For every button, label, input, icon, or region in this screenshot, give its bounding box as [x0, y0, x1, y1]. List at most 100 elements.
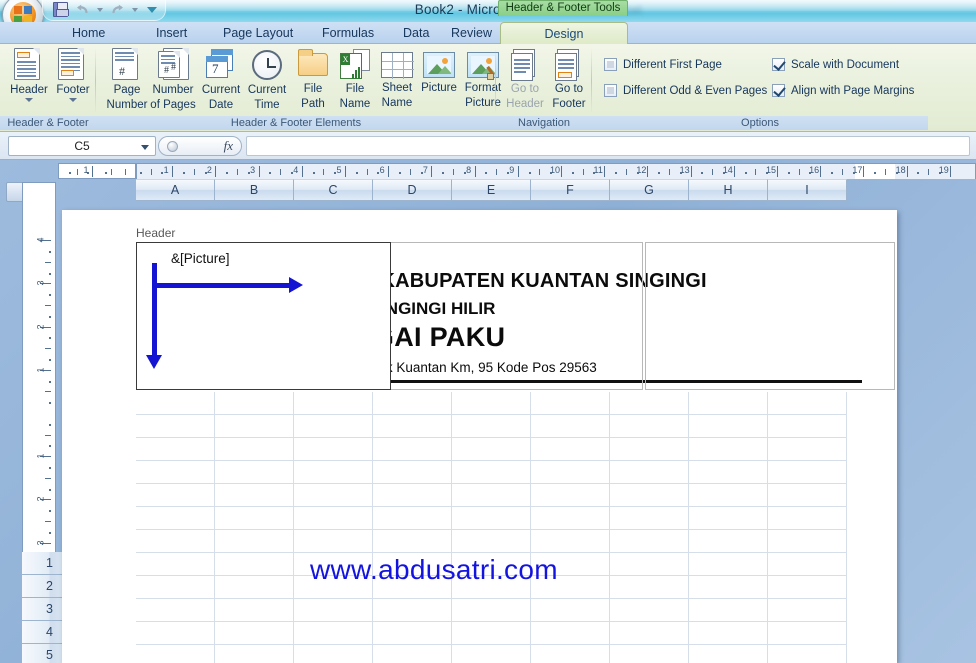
redo-icon[interactable] — [110, 2, 125, 17]
grid-cell[interactable] — [215, 645, 294, 663]
grid-cell[interactable] — [768, 392, 847, 415]
grid-cell[interactable] — [373, 461, 452, 484]
grid-cell[interactable] — [294, 507, 373, 530]
scale-with-document-checkbox[interactable]: Scale with Document — [772, 58, 899, 71]
grid-cell[interactable] — [452, 645, 531, 663]
grid-cell[interactable] — [610, 392, 689, 415]
grid-cell[interactable] — [215, 622, 294, 645]
grid-cell[interactable] — [610, 415, 689, 438]
footer-button[interactable]: Footer — [46, 48, 100, 102]
grid-cell[interactable] — [689, 461, 768, 484]
grid-cell[interactable] — [373, 392, 452, 415]
grid-cell[interactable] — [373, 507, 452, 530]
grid-cell[interactable] — [531, 392, 610, 415]
grid-cell[interactable] — [768, 553, 847, 576]
grid-cell[interactable] — [768, 530, 847, 553]
grid-cell[interactable] — [294, 530, 373, 553]
grid-cell[interactable] — [531, 415, 610, 438]
grid-cell[interactable] — [215, 507, 294, 530]
grid-cell[interactable] — [215, 553, 294, 576]
grid-cell[interactable] — [452, 484, 531, 507]
grid-cell[interactable] — [294, 438, 373, 461]
tab-formulas[interactable]: Formulas — [312, 22, 384, 44]
grid-cell[interactable] — [768, 599, 847, 622]
grid-cell[interactable] — [610, 599, 689, 622]
grid-cell[interactable] — [689, 576, 768, 599]
grid-cell[interactable] — [768, 415, 847, 438]
different-odd-even-pages-checkbox[interactable]: Different Odd & Even Pages — [604, 84, 767, 97]
horizontal-ruler-left-segment[interactable]: 1 — [58, 163, 136, 179]
grid-cell[interactable] — [689, 438, 768, 461]
grid-cell[interactable] — [373, 622, 452, 645]
grid-cell[interactable] — [689, 415, 768, 438]
undo-dropdown-icon[interactable] — [97, 7, 103, 12]
grid-cell[interactable] — [373, 484, 452, 507]
grid-cell[interactable] — [531, 622, 610, 645]
column-header-h[interactable]: H — [689, 179, 768, 201]
grid-cell[interactable] — [610, 461, 689, 484]
grid-cell[interactable] — [294, 622, 373, 645]
grid-cell[interactable] — [136, 438, 215, 461]
checkbox-icon[interactable] — [604, 84, 617, 97]
grid-cell[interactable] — [768, 576, 847, 599]
grid-cell[interactable] — [452, 507, 531, 530]
undo-icon[interactable] — [75, 2, 90, 17]
column-header-e[interactable]: E — [452, 179, 531, 201]
column-header-b[interactable]: B — [215, 179, 294, 201]
grid-cell[interactable] — [136, 507, 215, 530]
grid-cell[interactable] — [452, 622, 531, 645]
column-header-a[interactable]: A — [136, 179, 215, 201]
grid-cell[interactable] — [136, 530, 215, 553]
grid-cell[interactable] — [136, 415, 215, 438]
tab-design[interactable]: Design — [500, 22, 628, 45]
grid-cell[interactable] — [610, 645, 689, 663]
grid-cell[interactable] — [136, 392, 215, 415]
name-box[interactable]: C5 — [8, 136, 156, 156]
different-first-page-checkbox[interactable]: Different First Page — [604, 58, 722, 71]
grid-cell[interactable] — [136, 599, 215, 622]
grid-cell[interactable] — [610, 553, 689, 576]
grid-cell[interactable] — [136, 576, 215, 599]
grid-cell[interactable] — [768, 645, 847, 663]
header-dropdown-icon[interactable] — [25, 97, 33, 102]
grid-cell[interactable] — [452, 392, 531, 415]
tab-data[interactable]: Data — [393, 22, 439, 44]
customize-quick-access-toolbar-icon[interactable] — [147, 6, 157, 13]
formula-input[interactable] — [246, 136, 970, 156]
checkbox-checked-icon[interactable] — [772, 58, 785, 71]
grid-cell[interactable] — [689, 622, 768, 645]
align-with-page-margins-checkbox[interactable]: Align with Page Margins — [772, 84, 914, 97]
insert-function-icon[interactable]: fx — [224, 138, 233, 154]
grid-cell[interactable] — [689, 645, 768, 663]
column-header-g[interactable]: G — [610, 179, 689, 201]
grid-cell[interactable] — [294, 392, 373, 415]
grid-cell[interactable] — [452, 438, 531, 461]
grid-cell[interactable] — [452, 599, 531, 622]
grid-cell[interactable] — [294, 415, 373, 438]
grid-cell[interactable] — [689, 484, 768, 507]
tab-page-layout[interactable]: Page Layout — [213, 22, 303, 44]
grid-cell[interactable] — [689, 530, 768, 553]
grid-cell[interactable] — [215, 599, 294, 622]
horizontal-ruler[interactable]: 1 2 3 4 5 6 7 8 9 10 11 12 13 14 15 16 17 18 19 — [136, 163, 976, 179]
grid-cell[interactable] — [768, 438, 847, 461]
grid-cell[interactable] — [531, 484, 610, 507]
grid-cell[interactable] — [768, 461, 847, 484]
column-header-d[interactable]: D — [373, 179, 452, 201]
grid-cell[interactable] — [610, 622, 689, 645]
grid-cell[interactable] — [452, 415, 531, 438]
grid-cell[interactable] — [531, 438, 610, 461]
grid-cell[interactable] — [531, 599, 610, 622]
grid-cell[interactable] — [373, 438, 452, 461]
grid-cell[interactable] — [610, 484, 689, 507]
grid-cell[interactable] — [294, 461, 373, 484]
grid-cell[interactable] — [373, 599, 452, 622]
grid-cell[interactable] — [215, 438, 294, 461]
grid-cell[interactable] — [136, 553, 215, 576]
grid-cell[interactable] — [136, 622, 215, 645]
number-of-pages-button[interactable]: # # Number of Pages — [146, 48, 200, 111]
grid-cell[interactable] — [215, 461, 294, 484]
grid-cell[interactable] — [373, 415, 452, 438]
grid-cell[interactable] — [373, 645, 452, 663]
checkbox-checked-icon[interactable] — [772, 84, 785, 97]
